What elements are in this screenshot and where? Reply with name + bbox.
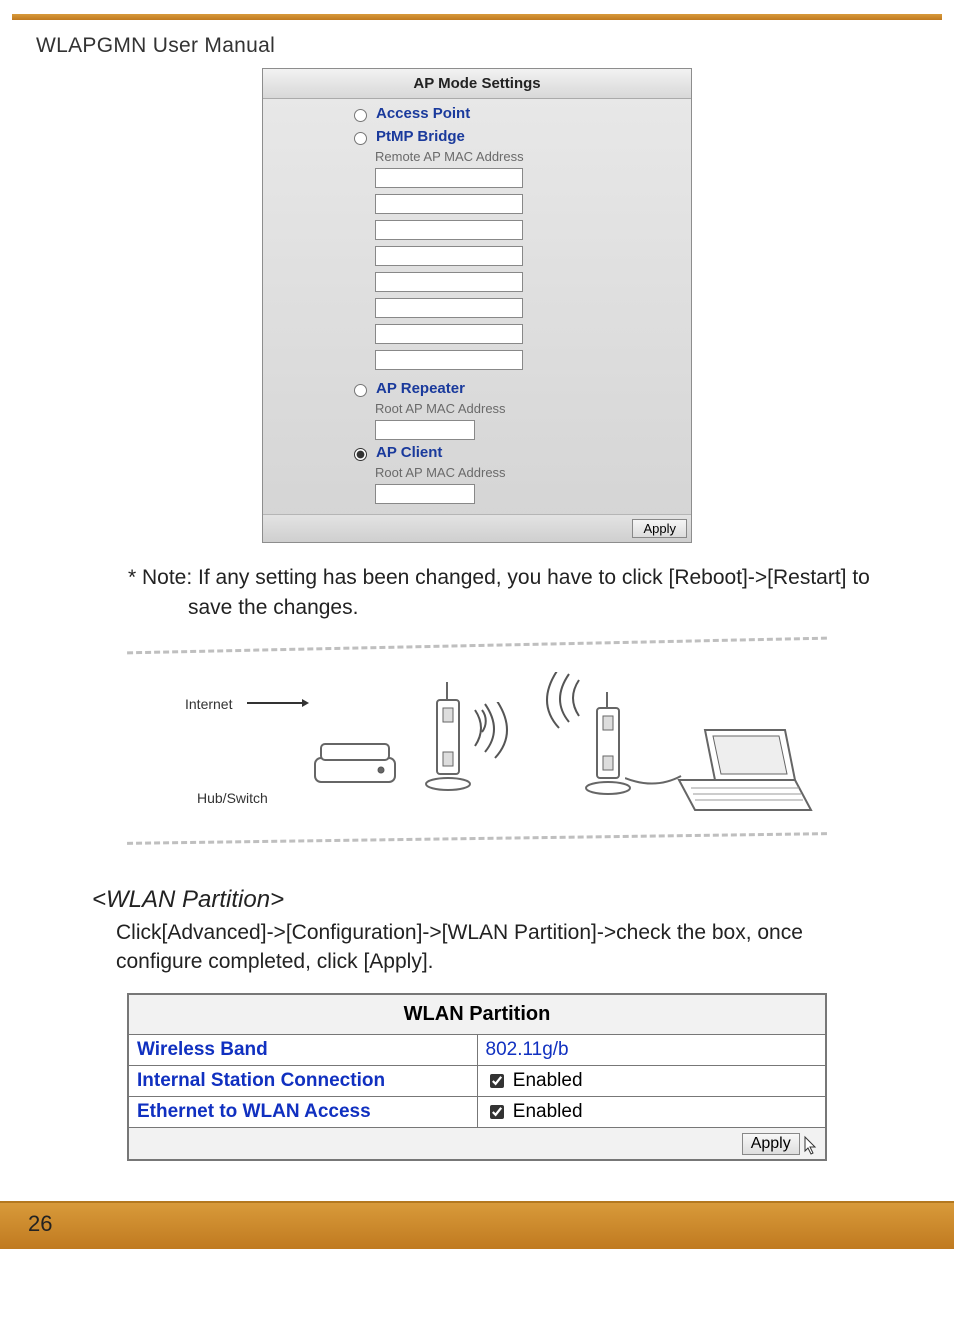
network-diagram: Internet Hub/Switch [127,642,827,842]
page-title: WLAPGMN User Manual [36,34,954,58]
radio-label: Access Point [376,105,470,122]
remote-mac-input-7[interactable] [375,324,523,344]
root-mac-label-1: Root AP MAC Address [263,399,691,420]
wlan-apply-row: Apply [128,1127,826,1160]
wlan-val-wireless-band: 802.11g/b [477,1034,826,1065]
ap-mode-settings-panel: AP Mode Settings Access Point PtMP Bridg… [262,68,692,543]
wlan-apply-button[interactable]: Apply [742,1133,800,1155]
remote-mac-input-1[interactable] [375,168,523,188]
root-mac-label-2: Root AP MAC Address [263,463,691,484]
remote-mac-inputs [263,168,691,370]
laptop-icon [667,722,817,822]
wlan-key-wireless-band: Wireless Band [128,1034,477,1065]
diagram-dash-top [127,637,827,655]
arrow-icon [247,702,307,704]
remote-mac-input-5[interactable] [375,272,523,292]
internal-station-checkbox[interactable] [490,1074,504,1088]
remote-mac-input-3[interactable] [375,220,523,240]
ap-panel-title: AP Mode Settings [263,69,691,99]
ap-apply-button[interactable]: Apply [632,519,687,538]
table-row: Ethernet to WLAN Access Enabled [128,1096,826,1127]
wlan-partition-heading: <WLAN Partition> [92,886,954,914]
checkbox-label: Enabled [513,1070,583,1091]
remote-mac-input-4[interactable] [375,246,523,266]
top-rule [12,14,942,20]
radio-label: AP Client [376,444,442,461]
remote-mac-input-8[interactable] [375,350,523,370]
footer-bar: 26 [0,1201,954,1249]
radio-ptmp-bridge[interactable] [354,132,367,145]
client-mac-field [263,484,691,504]
checkbox-label: Enabled [513,1101,583,1122]
radio-waves-right-icon [467,702,517,762]
wlan-partition-instructions: Click[Advanced]->[Configuration]->[WLAN … [116,918,894,977]
table-row: Internal Station Connection Enabled [128,1065,826,1096]
ap-mode-option-ap-client[interactable]: AP Client [263,440,691,463]
wlan-key-ethernet-wlan: Ethernet to WLAN Access [128,1096,477,1127]
page-number: 26 [28,1211,52,1237]
radio-ap-client[interactable] [354,448,367,461]
remote-mac-input-6[interactable] [375,298,523,318]
diagram-dash-bot [127,832,827,845]
wlan-partition-table: WLAN Partition Wireless Band 802.11g/b I… [127,993,827,1161]
radio-ap-repeater[interactable] [354,384,367,397]
table-row: Wireless Band 802.11g/b [128,1034,826,1065]
wlan-val-internal-station: Enabled [477,1065,826,1096]
client-mac-input[interactable] [375,484,475,504]
wlan-table-title: WLAN Partition [128,994,826,1035]
wlan-key-internal-station: Internal Station Connection [128,1065,477,1096]
cursor-icon [803,1135,819,1155]
remote-mac-label: Remote AP MAC Address [263,147,691,168]
reboot-note: * Note: If any setting has been changed,… [128,563,894,624]
ap-mode-option-ap-repeater[interactable]: AP Repeater [263,376,691,399]
ap-mode-option-ptmp-bridge[interactable]: PtMP Bridge [263,124,691,147]
hub-device-icon [307,732,407,792]
radio-label: PtMP Bridge [376,128,465,145]
repeater-mac-input[interactable] [375,420,475,440]
repeater-mac-field [263,420,691,440]
diagram-label-hub: Hub/Switch [197,790,268,806]
remote-mac-input-2[interactable] [375,194,523,214]
ap-mode-option-access-point[interactable]: Access Point [263,101,691,124]
ethernet-wlan-checkbox[interactable] [490,1105,504,1119]
radio-access-point[interactable] [354,109,367,122]
diagram-label-internet: Internet [185,696,232,712]
wlan-val-ethernet-wlan: Enabled [477,1096,826,1127]
radio-label: AP Repeater [376,380,465,397]
